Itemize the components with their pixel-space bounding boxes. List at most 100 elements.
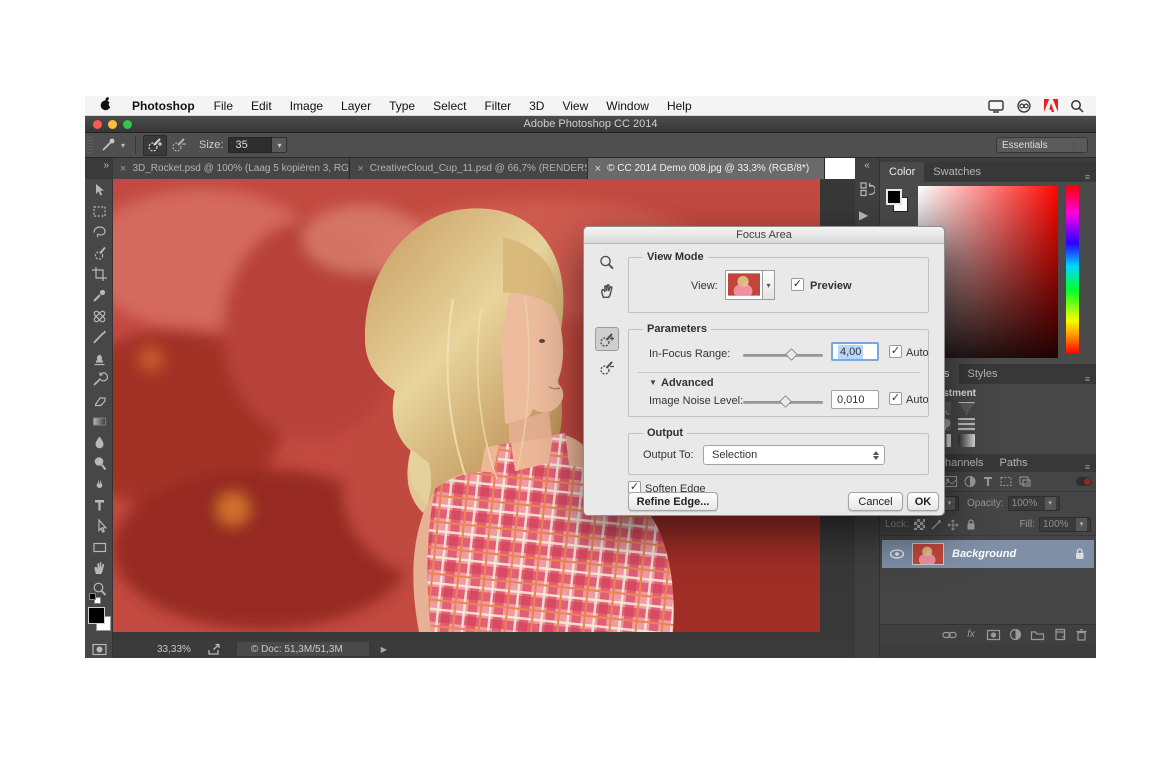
marquee-tool[interactable] [85,200,113,221]
crop-tool[interactable] [85,263,113,284]
lock-transparency-icon[interactable] [914,519,925,530]
layer-name[interactable]: Background [952,548,1016,560]
pen-tool[interactable] [85,473,113,494]
move-tool[interactable] [85,179,113,200]
healing-brush-tool[interactable] [85,305,113,326]
status-next-icon[interactable]: ▶ [381,645,387,654]
toolbar-collapse-header[interactable]: » [85,158,113,179]
exposure-adjustment-icon[interactable] [958,402,975,415]
advanced-label[interactable]: Advanced [661,377,714,389]
tab-styles[interactable]: Styles [959,364,1007,384]
focus-area-dialog[interactable]: Focus Area View Mode View: ▾ ✓ Preview [583,226,945,516]
lock-position-icon[interactable] [947,519,959,531]
link-layers-icon[interactable] [938,626,960,644]
window-title-bar[interactable]: Adobe Photoshop CC 2014 [85,116,1096,133]
tab-color[interactable]: Color [880,162,924,182]
history-panel-icon[interactable] [859,181,875,200]
clone-stamp-tool[interactable] [85,347,113,368]
menu-select[interactable]: Select [424,96,475,116]
layer-row-background[interactable]: Background [882,540,1094,568]
panel-menu-icon[interactable]: ≡ [1085,168,1096,182]
lasso-tool[interactable] [85,221,113,242]
black-white-adjustment-icon[interactable] [958,418,975,431]
quick-mask-toggle[interactable] [85,638,113,659]
history-brush-tool[interactable] [85,368,113,389]
dialog-focus-add-brush-tool[interactable] [595,327,619,351]
spotlight-search-icon[interactable] [1070,99,1084,113]
menu-edit[interactable]: Edit [242,96,281,116]
in-focus-range-slider[interactable] [743,354,823,357]
filter-type-layers-icon[interactable] [982,475,994,488]
brush-size-dropdown[interactable]: ▾ [272,137,287,153]
lock-pixels-icon[interactable] [930,519,942,531]
new-adjustment-layer-icon[interactable] [1004,626,1026,644]
eyedropper-tool[interactable] [85,284,113,305]
eraser-tool[interactable] [85,389,113,410]
close-icon[interactable]: × [595,163,601,175]
layer-style-fx-icon[interactable]: fx [960,626,982,644]
focus-area-subtract-brush-button[interactable] [167,135,191,156]
document-tab-2[interactable]: × CreativeCloud_Cup_11.psd @ 66,7% (REND… [350,158,587,179]
refine-edge-button[interactable]: Refine Edge... [628,492,718,511]
blur-tool[interactable] [85,431,113,452]
in-focus-auto-checkbox[interactable]: ✓ [889,345,902,358]
adobe-icon[interactable] [1044,99,1058,112]
advanced-disclosure-icon[interactable]: ▼ [649,378,657,387]
workspace-switcher[interactable]: Essentials [996,137,1088,153]
image-noise-level-slider[interactable] [743,401,823,404]
panel-menu-icon[interactable]: ≡ [1085,459,1096,472]
menu-view[interactable]: View [553,96,597,116]
actions-panel-icon[interactable]: ▶ [859,208,875,222]
menu-image[interactable]: Image [281,96,332,116]
shape-tool[interactable] [85,536,113,557]
ok-button[interactable]: OK [907,492,939,511]
opacity-value-dropdown[interactable]: 100% ▾ [1008,496,1060,511]
type-tool[interactable] [85,494,113,515]
path-selection-tool[interactable] [85,515,113,536]
brush-size-value[interactable]: 35 [228,137,272,153]
dock-collapse-icon[interactable]: « [855,158,879,171]
menu-filter[interactable]: Filter [475,96,520,116]
output-to-dropdown[interactable]: Selection [703,445,885,465]
new-group-folder-icon[interactable] [1026,626,1048,644]
layer-visibility-eye-icon[interactable] [889,548,905,560]
gradient-map-adjustment-icon[interactable] [958,434,975,447]
gradient-tool[interactable] [85,410,113,431]
dialog-hand-tool[interactable] [595,279,619,303]
dodge-tool[interactable] [85,452,113,473]
brush-tool[interactable] [85,326,113,347]
document-tab-1[interactable]: × 3D_Rocket.psd @ 100% (Laag 5 kopiëren … [113,158,350,179]
doc-size-info[interactable]: © Doc: 51,3M/51,3M [237,642,369,656]
new-layer-icon[interactable] [1048,626,1070,644]
apple-menu-icon[interactable] [99,96,113,115]
tab-swatches[interactable]: Swatches [924,162,990,182]
quick-selection-tool[interactable] [85,242,113,263]
slider-thumb[interactable] [785,348,798,361]
menu-window[interactable]: Window [597,96,658,116]
fill-value-dropdown[interactable]: 100% ▾ [1039,517,1091,532]
document-tab-3-active[interactable]: × © CC 2014 Demo 008.jpg @ 33,3% (RGB/8*… [588,158,825,179]
close-icon[interactable]: × [357,163,363,175]
dialog-focus-subtract-brush-tool[interactable] [595,355,619,379]
menu-layer[interactable]: Layer [332,96,380,116]
options-bar-grip[interactable] [87,137,93,154]
lock-all-icon[interactable] [965,518,977,531]
layer-filter-toggle[interactable] [1076,477,1092,486]
menu-help[interactable]: Help [658,96,701,116]
filter-shape-layers-icon[interactable] [999,475,1013,488]
slider-thumb[interactable] [780,395,793,408]
filter-smart-object-icon[interactable] [1018,475,1032,488]
tool-preset-button[interactable]: ▾ [97,135,128,156]
image-noise-level-field[interactable]: 0,010 [831,390,879,409]
foreground-color-chip[interactable] [886,189,902,205]
in-focus-range-field[interactable]: 4,00 [831,342,879,361]
foreground-background-swatches[interactable] [88,607,112,633]
hue-slider[interactable] [1066,186,1079,354]
menu-3d[interactable]: 3D [520,96,553,116]
tab-paths[interactable]: Paths [992,454,1036,472]
view-dropdown-arrow[interactable]: ▾ [763,270,775,300]
view-thumbnail-dropdown[interactable] [725,270,763,300]
menu-type[interactable]: Type [380,96,424,116]
creative-cloud-icon[interactable] [1016,99,1032,113]
dialog-title-bar[interactable]: Focus Area [584,227,944,244]
